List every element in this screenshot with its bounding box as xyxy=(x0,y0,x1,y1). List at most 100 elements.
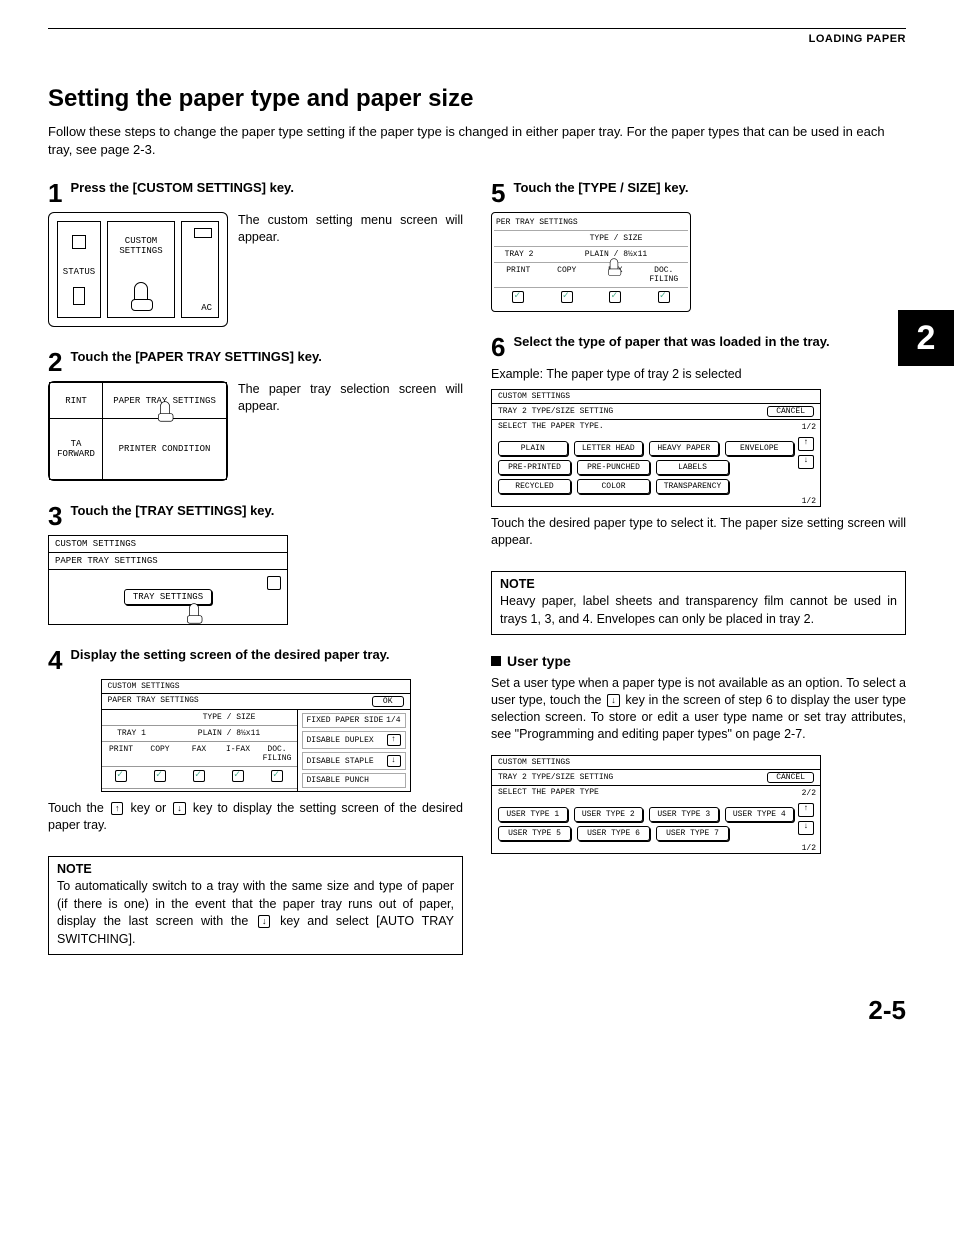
cancel-button[interactable]: CANCEL xyxy=(767,406,814,417)
tray-settings-button[interactable]: TRAY SETTINGS xyxy=(124,589,212,605)
user-type-select-illustration: CUSTOM SETTINGS TRAY 2 TYPE/SIZE SETTING… xyxy=(491,755,821,854)
custom-settings-label: CUSTOM SETTINGS xyxy=(108,236,174,256)
col-docfiling: DOC. FILING xyxy=(640,263,689,287)
nav-button-icon[interactable] xyxy=(267,576,281,590)
step-5: 5 Touch the [TYPE / SIZE] key. PER TRAY … xyxy=(491,180,906,312)
cell-printer-condition: PRINTER CONDITION xyxy=(103,419,227,480)
step-6: 6 Select the type of paper that was load… xyxy=(491,334,906,549)
footer-page-indicator: 1/2 xyxy=(802,844,816,853)
finger-press-icon xyxy=(189,603,199,618)
led-icon xyxy=(72,235,86,249)
tray-value: PLAIN / 8½x11 xyxy=(162,726,297,741)
check-icon[interactable] xyxy=(512,291,524,303)
footer-page-indicator: 1/2 xyxy=(802,497,816,506)
paper-type-color[interactable]: COLOR xyxy=(577,479,650,494)
ok-button[interactable]: OK xyxy=(372,696,404,707)
example-text: Example: The paper type of tray 2 is sel… xyxy=(491,366,906,383)
user-type-5[interactable]: USER TYPE 5 xyxy=(498,826,571,841)
check-icon[interactable] xyxy=(115,770,127,782)
step-title: Press the [CUSTOM SETTINGS] key. xyxy=(70,180,463,197)
scroll-down-icon[interactable]: ↓ xyxy=(387,755,401,767)
opt-disable-duplex[interactable]: DISABLE DUPLEX xyxy=(307,736,374,745)
paper-type-envelope[interactable]: ENVELOPE xyxy=(725,441,795,456)
user-type-6[interactable]: USER TYPE 6 xyxy=(577,826,650,841)
breadcrumb-tray-settings: PER TRAY SETTINGS xyxy=(494,215,688,230)
scroll-down-icon[interactable]: ↓ xyxy=(798,455,814,469)
check-icon[interactable] xyxy=(609,291,621,303)
status-label: STATUS xyxy=(63,267,95,277)
user-type-1[interactable]: USER TYPE 1 xyxy=(498,807,568,822)
finger-press-icon xyxy=(134,282,148,304)
step-number: 2 xyxy=(48,349,62,375)
intro-paragraph: Follow these steps to change the paper t… xyxy=(48,123,906,158)
note-label: NOTE xyxy=(492,572,905,594)
step-number: 5 xyxy=(491,180,505,206)
top-rule xyxy=(48,28,906,29)
check-icon[interactable] xyxy=(658,291,670,303)
custom-settings-key-illustration: STATUS CUSTOM SETTINGS AC xyxy=(48,212,228,327)
user-type-2[interactable]: USER TYPE 2 xyxy=(574,807,644,822)
indicator-icon xyxy=(194,228,212,238)
tray-value: PLAIN / 8½x11 xyxy=(585,250,647,259)
paper-tray-settings-illustration: RINT PAPER TRAY SETTINGS TA FORWARD PRIN… xyxy=(48,381,228,481)
check-icon[interactable] xyxy=(193,770,205,782)
cell-forward: TA FORWARD xyxy=(50,419,103,480)
select-paper-type-prompt: SELECT THE PAPER TYPE xyxy=(498,788,599,797)
step-description: Touch the desired paper type to select i… xyxy=(491,515,906,549)
paper-type-transparency[interactable]: TRANSPARENCY xyxy=(656,479,729,494)
step-number: 6 xyxy=(491,334,505,360)
col-print: PRINT xyxy=(102,742,141,766)
page-indicator: 1/4 xyxy=(386,716,400,725)
down-key-icon: ↓ xyxy=(258,915,271,928)
user-type-3[interactable]: USER TYPE 3 xyxy=(649,807,719,822)
breadcrumb-custom-settings: CUSTOM SETTINGS xyxy=(108,682,180,691)
paper-type-labels[interactable]: LABELS xyxy=(656,460,729,475)
check-icon[interactable] xyxy=(154,770,166,782)
scroll-down-icon[interactable]: ↓ xyxy=(798,821,814,835)
breadcrumb-custom-settings: CUSTOM SETTINGS xyxy=(55,539,136,549)
page-number: 2-5 xyxy=(48,995,906,1026)
col-docfiling: DOC. FILING xyxy=(258,742,297,766)
step-title: Display the setting screen of the desire… xyxy=(70,647,463,664)
type-size-header: TYPE / SIZE xyxy=(544,231,688,246)
tray-label: TRAY 1 xyxy=(102,726,162,741)
check-icon[interactable] xyxy=(561,291,573,303)
paper-type-heavy-paper[interactable]: HEAVY PAPER xyxy=(649,441,719,456)
finger-press-icon xyxy=(160,402,170,417)
page-indicator: 2/2 xyxy=(802,789,816,798)
step-1: 1 Press the [CUSTOM SETTINGS] key. STATU… xyxy=(48,180,463,327)
step-number: 3 xyxy=(48,503,62,529)
tray-label: TRAY 2 xyxy=(494,247,544,262)
paper-type-plain[interactable]: PLAIN xyxy=(498,441,568,456)
note-auto-tray-switching: NOTE To automatically switch to a tray w… xyxy=(48,856,463,956)
breadcrumb-custom-settings: CUSTOM SETTINGS xyxy=(498,758,570,767)
running-header: LOADING PAPER xyxy=(48,33,906,45)
note-body: Heavy paper, label sheets and transparen… xyxy=(492,593,905,634)
paper-type-pre-printed[interactable]: PRE-PRINTED xyxy=(498,460,571,475)
step-number: 1 xyxy=(48,180,62,206)
check-icon[interactable] xyxy=(232,770,244,782)
check-icon[interactable] xyxy=(271,770,283,782)
opt-disable-punch[interactable]: DISABLE PUNCH xyxy=(307,776,369,785)
scroll-up-icon[interactable]: ↑ xyxy=(798,437,814,451)
cancel-button[interactable]: CANCEL xyxy=(767,772,814,783)
button-icon xyxy=(73,287,85,305)
paper-type-recycled[interactable]: RECYCLED xyxy=(498,479,571,494)
opt-disable-staple[interactable]: DISABLE STAPLE xyxy=(307,757,374,766)
page-indicator: 1/2 xyxy=(802,423,816,432)
step-number: 4 xyxy=(48,647,62,673)
step-2: 2 Touch the [PAPER TRAY SETTINGS] key. R… xyxy=(48,349,463,481)
step-title: Select the type of paper that was loaded… xyxy=(513,334,906,351)
user-type-4[interactable]: USER TYPE 4 xyxy=(725,807,795,822)
col-fax: FAX xyxy=(180,742,219,766)
step-description: The paper tray selection screen will app… xyxy=(238,381,463,415)
opt-fixed-paper-side[interactable]: FIXED PAPER SIDE xyxy=(307,716,384,725)
paper-type-letter-head[interactable]: LETTER HEAD xyxy=(574,441,644,456)
paper-type-pre-punched[interactable]: PRE-PUNCHED xyxy=(577,460,650,475)
col-print: PRINT xyxy=(494,263,543,287)
user-type-7[interactable]: USER TYPE 7 xyxy=(656,826,729,841)
scroll-up-icon[interactable]: ↑ xyxy=(798,803,814,817)
ac-label: AC xyxy=(201,303,212,313)
scroll-up-icon[interactable]: ↑ xyxy=(387,734,401,746)
breadcrumb-paper-tray-settings: PAPER TRAY SETTINGS xyxy=(108,696,199,707)
